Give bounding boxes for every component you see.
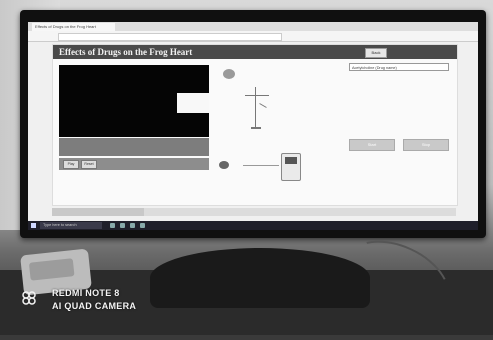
- recording-device[interactable]: [281, 153, 301, 181]
- task-view-icon[interactable]: [110, 223, 115, 228]
- browser-tab-strip: Effects of Drugs on the Frog Heart: [28, 22, 478, 31]
- taskbar-search[interactable]: Type here to search: [40, 222, 102, 229]
- apparatus-area: [215, 61, 345, 201]
- stand-base-small: [251, 127, 261, 129]
- store-icon[interactable]: [140, 223, 145, 228]
- simulation-app: Effects of Drugs on the Frog Heart Back …: [52, 44, 458, 206]
- drug-bottle[interactable]: [223, 69, 235, 79]
- description-text: [59, 138, 209, 156]
- stop-button[interactable]: Stop: [403, 139, 449, 151]
- drug-select[interactable]: Acetylcholine (Drug name): [349, 63, 449, 71]
- side-object-detail: [28, 258, 75, 281]
- address-bar: [28, 31, 478, 42]
- drug-control-panel: Acetylcholine (Drug name) Start Stop: [349, 61, 451, 181]
- page-title: Effects of Drugs on the Frog Heart: [59, 47, 193, 57]
- screen: Effects of Drugs on the Frog Heart Effec…: [28, 22, 478, 230]
- watermark-model: REDMI NOTE 8: [52, 288, 120, 298]
- stand-rod: [255, 87, 256, 127]
- lever-arm: [259, 103, 267, 108]
- lower-strip: [52, 208, 456, 216]
- control-button-row: Play Reset: [59, 158, 209, 170]
- device-display: [285, 157, 297, 164]
- edge-icon[interactable]: [120, 223, 125, 228]
- play-button[interactable]: Play: [63, 160, 79, 169]
- lower-block: [52, 208, 144, 216]
- frog-heart-dish[interactable]: [219, 161, 229, 169]
- taskbar: Type here to search: [28, 221, 478, 230]
- watermark-camera: AI QUAD CAMERA: [52, 301, 137, 311]
- heart-video-panel: [59, 65, 209, 137]
- camera-lens-icon: [22, 291, 36, 305]
- video-overlay: [177, 93, 209, 113]
- reset-button[interactable]: Reset: [81, 160, 97, 169]
- monitor: Effects of Drugs on the Frog Heart Effec…: [20, 10, 486, 238]
- stand-arm: [245, 95, 269, 96]
- monitor-stand: [150, 248, 370, 308]
- start-button[interactable]: Start: [349, 139, 395, 151]
- back-button[interactable]: Back: [365, 48, 387, 58]
- file-explorer-icon[interactable]: [130, 223, 135, 228]
- url-input[interactable]: [58, 33, 282, 41]
- browser-tab[interactable]: Effects of Drugs on the Frog Heart: [32, 23, 115, 31]
- windows-start-icon[interactable]: [31, 223, 36, 228]
- title-bar: Effects of Drugs on the Frog Heart Back: [53, 45, 457, 59]
- connector-wire: [243, 165, 279, 166]
